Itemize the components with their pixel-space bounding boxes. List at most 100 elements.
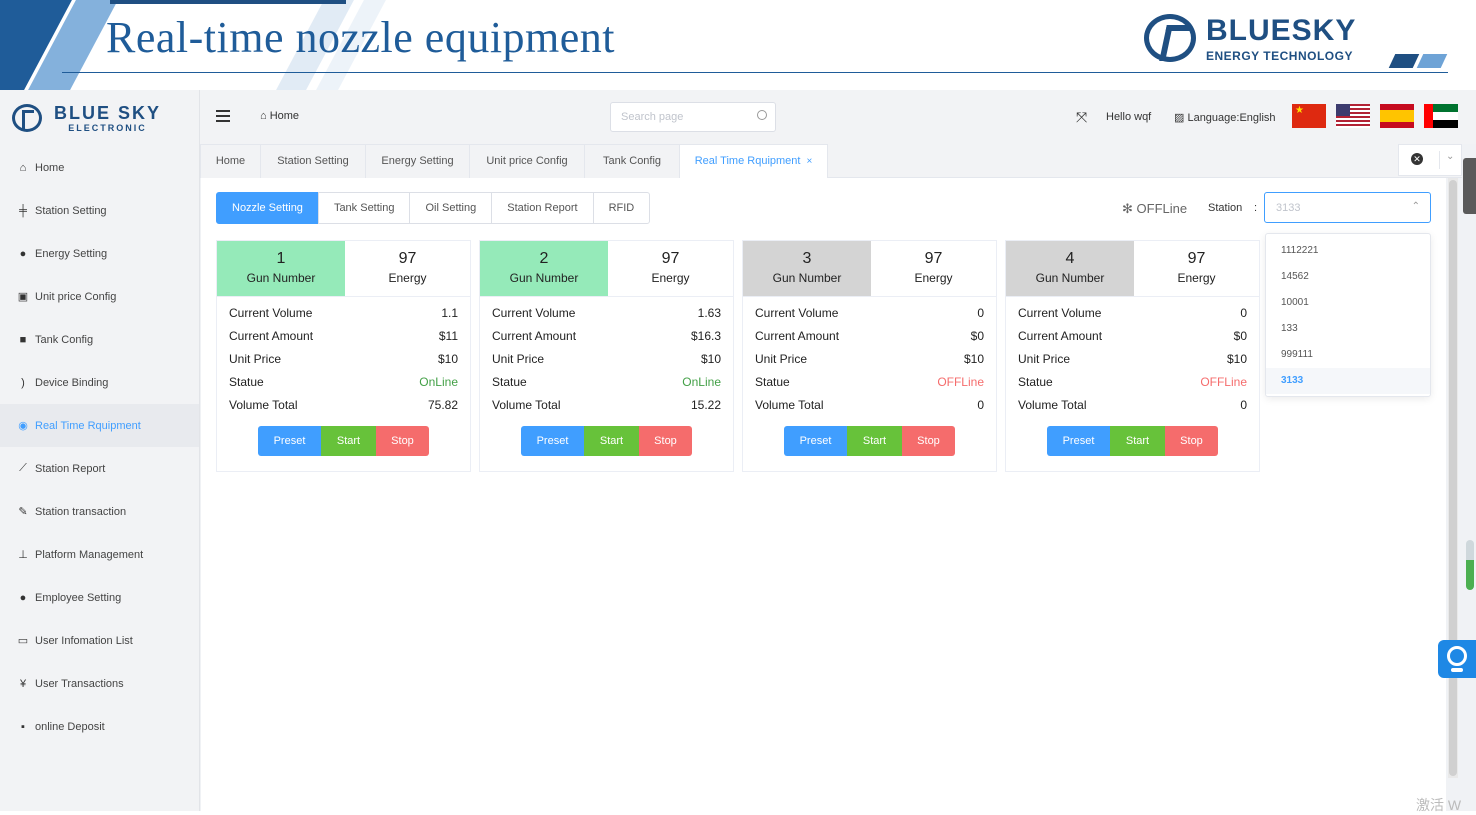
- start-button[interactable]: Start: [1110, 426, 1165, 456]
- sidebar-item-platform[interactable]: ⊥ Platform Management: [0, 533, 199, 576]
- row-current-volume: Current Volume 1.63: [492, 304, 721, 327]
- preset-button[interactable]: Preset: [784, 426, 847, 456]
- flag-usa-icon[interactable]: [1336, 104, 1370, 128]
- user-icon: ●: [19, 591, 27, 604]
- station-option[interactable]: 1112221: [1266, 238, 1430, 264]
- row-current-amount: Current Amount $11: [229, 327, 458, 350]
- scrollbar-thumb[interactable]: [1449, 180, 1457, 776]
- subtab-tank-setting[interactable]: Tank Setting: [317, 192, 411, 224]
- menu-toggle-icon[interactable]: [216, 110, 230, 122]
- station-option-selected[interactable]: 3133: [1266, 368, 1430, 394]
- row-value: 0: [1240, 306, 1247, 320]
- sidebar-logo[interactable]: BLUE SKY ELECTRONIC: [0, 90, 199, 146]
- search-input[interactable]: Search page: [610, 102, 776, 132]
- sidebar-item-unit-price[interactable]: ▣ Unit price Config: [0, 275, 199, 318]
- sliders-icon: ╪: [19, 204, 27, 217]
- tab-unit-price-config[interactable]: Unit price Config: [469, 144, 585, 178]
- sidebar-item-device-binding[interactable]: ) Device Binding: [0, 361, 199, 404]
- tab-real-time-equipment[interactable]: Real Time Rquipment ×: [679, 144, 828, 178]
- row-label: Volume Total: [755, 398, 824, 412]
- station-option[interactable]: 999111: [1266, 342, 1430, 368]
- station-option[interactable]: 14562: [1266, 264, 1430, 290]
- flag-china-icon[interactable]: [1292, 104, 1326, 128]
- sidebar-item-real-time[interactable]: ◉ Real Time Rquipment: [0, 404, 199, 447]
- gun-number: 3: [802, 250, 812, 267]
- tab-controls: ✕ ⌄: [1398, 144, 1462, 176]
- tab-tank-config[interactable]: Tank Config: [584, 144, 680, 178]
- gear-icon: ✻: [1122, 201, 1133, 216]
- close-icon[interactable]: ×: [806, 156, 812, 167]
- station-option[interactable]: 10001: [1266, 290, 1430, 316]
- preset-button[interactable]: Preset: [258, 426, 321, 456]
- row-label: Volume Total: [492, 398, 561, 412]
- home-icon: ⌂: [19, 161, 27, 174]
- energy-cell: 97 Energy: [345, 241, 470, 296]
- row-value: 1.1: [441, 306, 458, 320]
- assistant-button[interactable]: [1438, 640, 1476, 678]
- yen-icon: ¥: [19, 677, 27, 690]
- stop-button[interactable]: Stop: [902, 426, 955, 456]
- chevron-down-icon[interactable]: ⌄: [1439, 151, 1454, 169]
- station-option[interactable]: 133: [1266, 316, 1430, 342]
- gun-number-cell: 3 Gun Number: [743, 241, 871, 296]
- sidebar-item-label: Tank Config: [35, 333, 94, 346]
- stop-button[interactable]: Stop: [1165, 426, 1218, 456]
- sidebar-item-home[interactable]: ⌂ Home: [0, 146, 199, 189]
- gun-number-label: Gun Number: [1035, 271, 1105, 285]
- tab-home[interactable]: Home: [200, 144, 261, 178]
- row-value: 15.22: [690, 398, 721, 412]
- row-label: Statue: [755, 375, 790, 389]
- subtab-oil-setting[interactable]: Oil Setting: [409, 192, 493, 224]
- sidebar-item-energy-setting[interactable]: ● Energy Setting: [0, 232, 199, 275]
- station-select[interactable]: 3133 ⌃: [1264, 192, 1431, 223]
- sidebar-item-tank-config[interactable]: ■ Tank Config: [0, 318, 199, 361]
- tab-station-setting[interactable]: Station Setting: [260, 144, 366, 178]
- tab-energy-setting[interactable]: Energy Setting: [365, 144, 470, 178]
- start-button[interactable]: Start: [584, 426, 639, 456]
- sidebar-item-station-setting[interactable]: ╪ Station Setting: [0, 189, 199, 232]
- assistant-icon-tail: [1451, 668, 1463, 672]
- gun-number-cell: 2 Gun Number: [480, 241, 608, 296]
- logo-mark-icon: [12, 104, 42, 132]
- row-label: Statue: [229, 375, 264, 389]
- gun-number: 1: [276, 250, 286, 267]
- flag-spain-icon[interactable]: [1380, 104, 1414, 128]
- preset-button[interactable]: Preset: [521, 426, 584, 456]
- subtab-rfid[interactable]: RFID: [592, 192, 651, 224]
- flag-uae-icon[interactable]: [1424, 104, 1458, 128]
- gun-number: 2: [539, 250, 549, 267]
- close-all-icon[interactable]: ✕: [1411, 153, 1423, 165]
- status-badge: OnLine: [682, 375, 721, 389]
- stop-button[interactable]: Stop: [639, 426, 692, 456]
- fullscreen-icon[interactable]: ⤧: [1076, 109, 1087, 126]
- stop-button[interactable]: Stop: [376, 426, 429, 456]
- preset-button[interactable]: Preset: [1047, 426, 1110, 456]
- station-dropdown: 1112221 14562 10001 133 999111 3133: [1265, 233, 1431, 397]
- breadcrumb[interactable]: ⌂ Home: [260, 110, 299, 122]
- connection-status-label: OFFLine: [1136, 201, 1188, 216]
- sidebar-item-station-transaction[interactable]: ✎ Station transaction: [0, 490, 199, 533]
- sidebar-item-online-deposit[interactable]: ▪ online Deposit: [0, 705, 199, 748]
- sidebar-item-user-info[interactable]: ▭ User Infomation List: [0, 619, 199, 662]
- sidebar-item-station-report[interactable]: ⟋ Station Report: [0, 447, 199, 490]
- start-button[interactable]: Start: [321, 426, 376, 456]
- sidebar-item-employee[interactable]: ● Employee Setting: [0, 576, 199, 619]
- title-underline: [62, 72, 1448, 73]
- vertical-scrollbar[interactable]: [1448, 178, 1458, 778]
- start-button[interactable]: Start: [847, 426, 902, 456]
- nozzle-subtabs: Nozzle Setting Tank Setting Oil Setting …: [216, 192, 651, 224]
- row-current-volume: Current Volume 1.1: [229, 304, 458, 327]
- row-value: 1.63: [697, 306, 721, 320]
- side-thumbnail: [1463, 158, 1476, 214]
- language-selector[interactable]: ▨ Language:English: [1174, 111, 1276, 124]
- user-greeting[interactable]: Hello wqf: [1106, 111, 1151, 123]
- nozzle-card: 1 Gun Number 97 Energy Current Volume 1.1 C…: [216, 240, 471, 472]
- gun-number-label: Gun Number: [246, 271, 316, 285]
- subtab-nozzle-setting[interactable]: Nozzle Setting: [216, 192, 319, 224]
- signal-icon: ): [21, 376, 25, 389]
- row-status: Statue OFFLine: [1018, 373, 1247, 396]
- gun-number-cell: 1 Gun Number: [217, 241, 345, 296]
- decor-bars: [1388, 54, 1450, 68]
- subtab-station-report[interactable]: Station Report: [491, 192, 594, 224]
- sidebar-item-user-transactions[interactable]: ¥ User Transactions: [0, 662, 199, 705]
